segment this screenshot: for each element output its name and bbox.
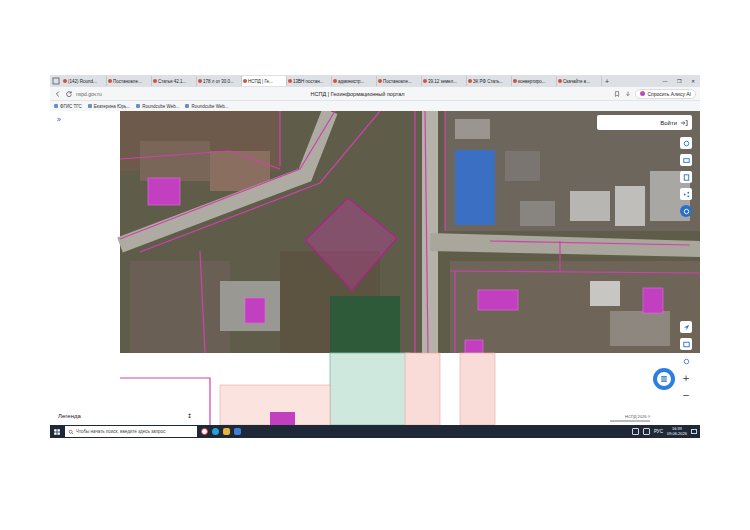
location-arrow-icon [682, 323, 691, 332]
favicon-icon [108, 79, 112, 83]
browser-tab[interactable]: ЗК РФ Стать... [467, 76, 512, 86]
favicon-icon [378, 79, 382, 83]
copyright: НСПД 2026 ® [625, 414, 650, 419]
zoom-button[interactable]: − [680, 389, 692, 401]
new-tab-button[interactable]: + [602, 78, 612, 85]
bookmark-icon [88, 104, 92, 108]
download-icon[interactable] [624, 90, 632, 98]
taskbar: Чтобы начать поиск, введите здесь запрос… [50, 425, 700, 438]
bookmark-item[interactable]: Roundcube Web... [185, 104, 228, 109]
browser-tab[interactable]: Постановле... [377, 76, 422, 86]
ruler-icon [682, 207, 691, 216]
tab-menu-icon[interactable] [52, 77, 60, 85]
magnifier-icon [68, 429, 74, 435]
gear-icon [682, 139, 691, 148]
address-bar: nspd.gov.ru НСПД | Геоинформационный пор… [50, 87, 700, 101]
sidebar-expand-button[interactable]: » [53, 114, 65, 126]
clock[interactable]: 16:39 09.06.2026 [667, 427, 687, 436]
map-page: » Войти +− Легенда ↕ НСПД 2026 ® [50, 111, 700, 425]
url-field[interactable]: nspd.gov.ru [76, 91, 102, 97]
tab-bar: (142) Round... Постановле... Статья 42.1… [50, 75, 700, 87]
compass-button[interactable] [680, 355, 692, 367]
locate-button[interactable] [680, 321, 692, 333]
window-control-button[interactable]: — [658, 78, 672, 84]
network-icon[interactable] [632, 428, 639, 435]
basemap-tool-button[interactable] [680, 154, 692, 166]
store-icon[interactable] [234, 428, 241, 435]
favicon-icon [468, 79, 472, 83]
favicon-icon [243, 79, 247, 83]
measure-tool-button[interactable] [680, 205, 692, 217]
bookmark-item[interactable]: Екатерина Юрь... [88, 104, 130, 109]
back-arrow-icon[interactable] [54, 90, 62, 98]
favicon-icon [423, 79, 427, 83]
legend-panel[interactable]: Легенда ↕ [50, 408, 200, 423]
login-button[interactable]: Войти [597, 115, 692, 130]
favicon-icon [153, 79, 157, 83]
alice-button[interactable]: Спросить Алису AI [635, 89, 696, 99]
edge-icon[interactable] [212, 428, 219, 435]
share-icon [682, 190, 691, 199]
bookmark-icon [136, 104, 140, 108]
bookmark-item[interactable]: Roundcube Web... [136, 104, 179, 109]
window-control-button[interactable]: ✕ [686, 78, 700, 84]
bookmark-item[interactable]: ФГИС ТГС [54, 104, 82, 109]
map-nav-toolbar: +− [680, 321, 692, 401]
card-icon [682, 156, 691, 165]
browser-tab[interactable]: НСПД | Ге... [242, 76, 287, 86]
favicon-icon [63, 79, 67, 83]
favicon-icon [198, 79, 202, 83]
layers-tool-button[interactable] [680, 137, 692, 149]
browser-tab[interactable]: 39.12 земел... [422, 76, 467, 86]
browser-tab[interactable]: Скачайте в... [557, 76, 602, 86]
browser-tab[interactable]: Статья 42.1... [152, 76, 197, 86]
page-title: НСПД | Геоинформационный портал [105, 91, 611, 97]
favicon-icon [333, 79, 337, 83]
map-toolbar [680, 137, 692, 217]
browser-tab[interactable]: (142) Round... [62, 76, 107, 86]
share-tool-button[interactable] [680, 188, 692, 200]
alice-icon [640, 91, 645, 96]
screen: (142) Round... Постановле... Статья 42.1… [0, 0, 750, 530]
compass-icon [682, 357, 691, 366]
browser-tab[interactable]: 178 л от 30.0... [197, 76, 242, 86]
bookmark-icon [54, 104, 58, 108]
notifications-icon[interactable] [691, 429, 697, 434]
browser-tab[interactable]: Постановле... [107, 76, 152, 86]
document-icon [682, 173, 691, 182]
list-icon [657, 372, 671, 386]
bookmarks-bar: ФГИС ТГС Екатерина Юрь... Roundcube Web...… [50, 101, 700, 111]
favicon-icon [288, 79, 292, 83]
windows-logo-icon[interactable] [53, 428, 61, 436]
zoom-button[interactable]: + [680, 372, 692, 384]
language-indicator[interactable]: РУС [654, 429, 663, 434]
volume-icon[interactable] [643, 428, 650, 435]
favicon-icon [513, 79, 517, 83]
refresh-icon[interactable] [65, 90, 73, 98]
yandex-browser-icon[interactable] [201, 428, 208, 435]
screen-icon [682, 340, 691, 349]
browser-tab[interactable]: 13ВН постан... [287, 76, 332, 86]
window-control-button[interactable]: ❐ [672, 78, 686, 84]
browser-window: (142) Round... Постановле... Статья 42.1… [50, 75, 700, 438]
edit-tool-button[interactable] [680, 171, 692, 183]
window-controls: —❐✕ [658, 78, 700, 84]
map[interactable] [50, 111, 700, 425]
catalog-button[interactable] [653, 368, 675, 390]
browser-tab[interactable]: администр... [332, 76, 377, 86]
browser-tab[interactable]: конвертиро... [512, 76, 557, 86]
bookmark-icon [185, 104, 189, 108]
legend-toggle[interactable]: ↕ [187, 412, 192, 419]
folder-icon[interactable] [223, 428, 230, 435]
bookmark-icon[interactable] [613, 90, 621, 98]
print-button[interactable] [680, 338, 692, 350]
favicon-icon [558, 79, 562, 83]
taskbar-search[interactable]: Чтобы начать поиск, введите здесь запрос [65, 426, 197, 437]
login-arrow-icon [680, 119, 688, 127]
